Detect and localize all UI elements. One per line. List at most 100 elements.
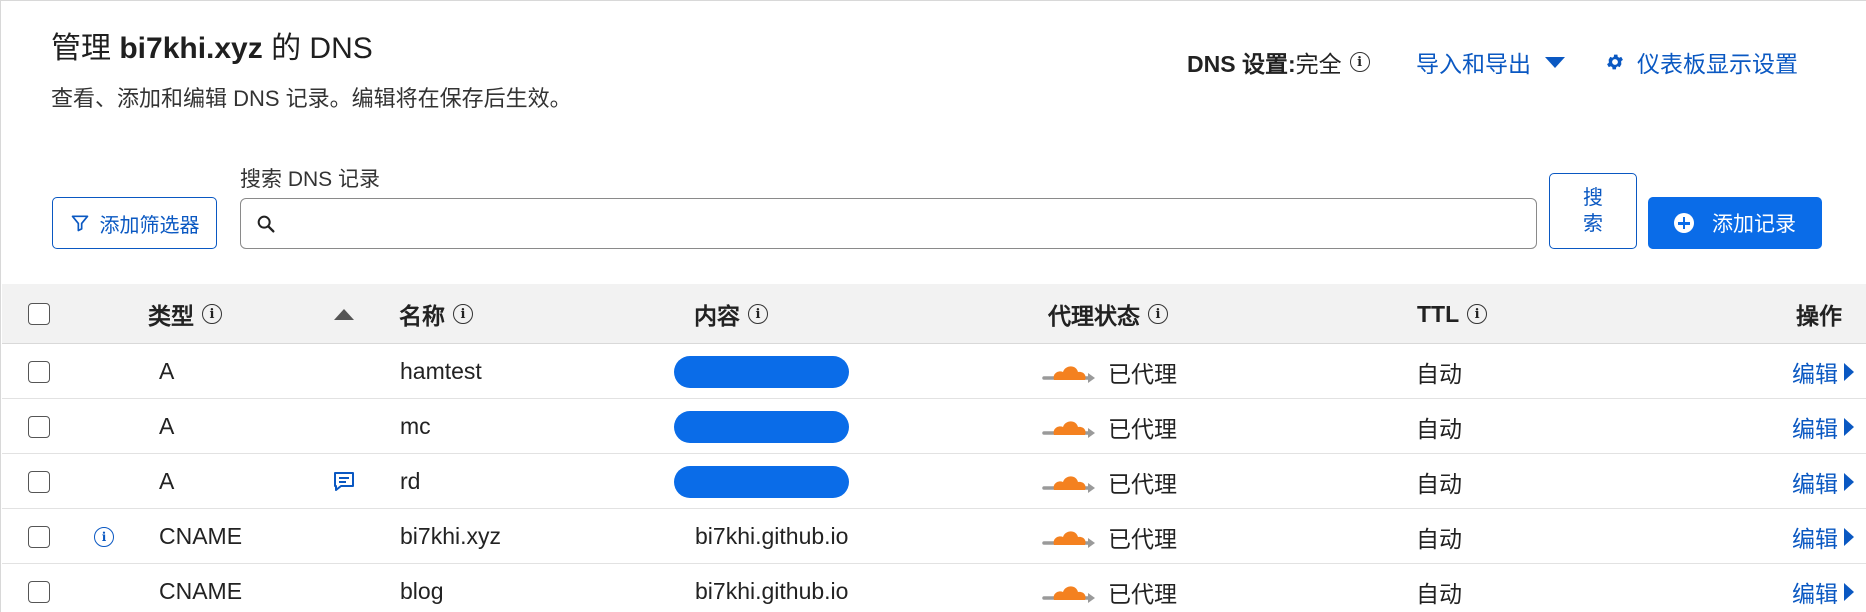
record-type: CNAME (159, 523, 243, 549)
table-row: Amc 已代理 自动 编辑 (2, 399, 1866, 454)
row-select-cell (28, 399, 50, 454)
record-content (674, 344, 849, 399)
proxied-cloud-icon (1042, 420, 1095, 438)
table-body: Ahamtest 已代理 自动 编辑 Amc 已代理 自动 编辑 Ard 已代理 自动 编辑 i CNAM… (2, 344, 1866, 612)
row-info-cell: i (94, 509, 114, 564)
add-record-button[interactable]: 添加记录 (1648, 197, 1822, 249)
record-ttl: 自动 (1416, 525, 1462, 552)
column-type-label: 类型 (148, 303, 194, 329)
proxy-status: 已代理 (1042, 344, 1177, 399)
row-select-cell (28, 344, 50, 399)
proxied-cloud-icon (1042, 530, 1095, 548)
comment-icon[interactable] (332, 471, 356, 493)
record-ttl: 自动 (1416, 360, 1462, 387)
row-checkbox[interactable] (28, 525, 50, 548)
record-type: A (159, 468, 175, 494)
proxy-status: 已代理 (1042, 454, 1177, 509)
info-icon[interactable]: i (1467, 304, 1488, 324)
edit-link[interactable]: 编辑 (1792, 399, 1854, 454)
proxy-status-label: 已代理 (1108, 580, 1177, 607)
edit-link[interactable]: 编辑 (1792, 509, 1854, 564)
record-content (674, 454, 849, 509)
column-ttl-label: TTL (1417, 300, 1460, 327)
table-row: CNAME blog bi7khi.github.io 已代理 自动 编辑 (2, 564, 1866, 612)
import-export-dropdown[interactable]: 导入和导出 (1416, 45, 1565, 79)
gear-icon (1607, 54, 1623, 70)
proxy-status-label: 已代理 (1108, 470, 1177, 497)
title-domain: bi7khi.xyz (119, 32, 263, 65)
proxy-status: 已代理 (1042, 399, 1177, 454)
column-proxy-label: 代理状态 (1048, 303, 1140, 329)
select-all-cell (28, 284, 50, 344)
chevron-right-icon (1844, 472, 1854, 491)
column-proxy-status[interactable]: 代理状态 i (1048, 284, 1168, 344)
row-checkbox[interactable] (28, 360, 50, 383)
record-type: CNAME (159, 578, 243, 604)
record-name: mc (400, 413, 431, 439)
search-input[interactable] (277, 199, 1536, 248)
chevron-down-icon (1545, 56, 1565, 68)
table-row: Ahamtest 已代理 自动 编辑 (2, 344, 1866, 399)
column-type[interactable]: 类型 i (148, 284, 222, 344)
info-icon[interactable]: i (94, 526, 114, 547)
title-prefix: 管理 (51, 32, 111, 65)
edit-link[interactable]: 编辑 (1792, 344, 1854, 399)
column-content-label: 内容 (694, 303, 740, 329)
info-icon[interactable]: i (748, 304, 768, 324)
info-icon[interactable]: i (1349, 52, 1370, 72)
search-button-label: 搜 索 (1583, 187, 1603, 235)
proxied-cloud-icon (1042, 585, 1095, 603)
dashboard-settings-label: 仪表板显示设置 (1637, 51, 1798, 77)
row-select-cell (28, 509, 50, 564)
column-content[interactable]: 内容 i (694, 284, 768, 344)
row-checkbox[interactable] (28, 415, 50, 438)
search-field[interactable] (240, 198, 1537, 249)
proxy-status: 已代理 (1042, 564, 1177, 612)
dashboard-settings-link[interactable]: 仪表板显示设置 (1605, 45, 1798, 79)
table-header: 类型 i 名称 i 内容 i 代理状态 i TTL i 操作 (2, 284, 1866, 344)
record-name: bi7khi.xyz (400, 523, 501, 549)
dns-management-page: 管理 bi7khi.xyz 的 DNS 查看、添加和编辑 DNS 记录。编辑将在… (0, 0, 1866, 612)
chevron-right-icon (1844, 417, 1854, 436)
record-name: blog (400, 578, 444, 604)
record-content: bi7khi.github.io (695, 523, 849, 549)
column-name[interactable]: 名称 i (399, 284, 473, 344)
row-checkbox[interactable] (28, 580, 50, 603)
proxied-cloud-icon (1042, 475, 1095, 493)
select-all-checkbox[interactable] (28, 303, 50, 325)
table-row: i CNAME bi7khi.xyz bi7khi.github.io 已代理 自动 编辑 (2, 509, 1866, 564)
edit-link[interactable]: 编辑 (1792, 564, 1854, 612)
record-type: A (159, 413, 175, 439)
dns-setting: DNS 设置: 完全 i (1187, 45, 1370, 79)
search-label: 搜索 DNS 记录 (240, 168, 381, 191)
page-subtitle: 查看、添加和编辑 DNS 记录。编辑将在保存后生效。 (51, 86, 572, 111)
column-name-label: 名称 (399, 303, 445, 329)
row-comment-cell (332, 454, 356, 509)
record-content: bi7khi.github.io (695, 578, 849, 604)
edit-label: 编辑 (1792, 580, 1838, 607)
column-ttl[interactable]: TTL i (1417, 284, 1488, 344)
sort-ascending-icon[interactable] (334, 308, 354, 320)
record-name: hamtest (400, 358, 482, 384)
record-type: A (159, 358, 175, 384)
chevron-right-icon (1844, 582, 1854, 601)
add-filter-button[interactable]: 添加筛选器 (52, 197, 217, 249)
info-icon[interactable]: i (202, 304, 222, 324)
title-suffix: 的 DNS (271, 32, 373, 65)
proxy-status: 已代理 (1042, 509, 1177, 564)
add-filter-label: 添加筛选器 (99, 214, 200, 237)
info-icon[interactable]: i (453, 304, 473, 324)
plus-circle-icon (1674, 213, 1694, 233)
info-icon[interactable]: i (1148, 304, 1168, 324)
filter-icon (71, 215, 88, 232)
row-checkbox[interactable] (28, 470, 50, 493)
search-button[interactable]: 搜 索 (1549, 173, 1637, 249)
dns-setting-value: 完全 (1295, 51, 1342, 77)
edit-link[interactable]: 编辑 (1792, 454, 1854, 509)
edit-label: 编辑 (1792, 470, 1838, 497)
proxied-cloud-icon (1042, 365, 1095, 383)
sort-cell (334, 284, 354, 344)
edit-label: 编辑 (1792, 360, 1838, 387)
proxy-status-label: 已代理 (1108, 360, 1177, 387)
search-icon (257, 215, 275, 233)
